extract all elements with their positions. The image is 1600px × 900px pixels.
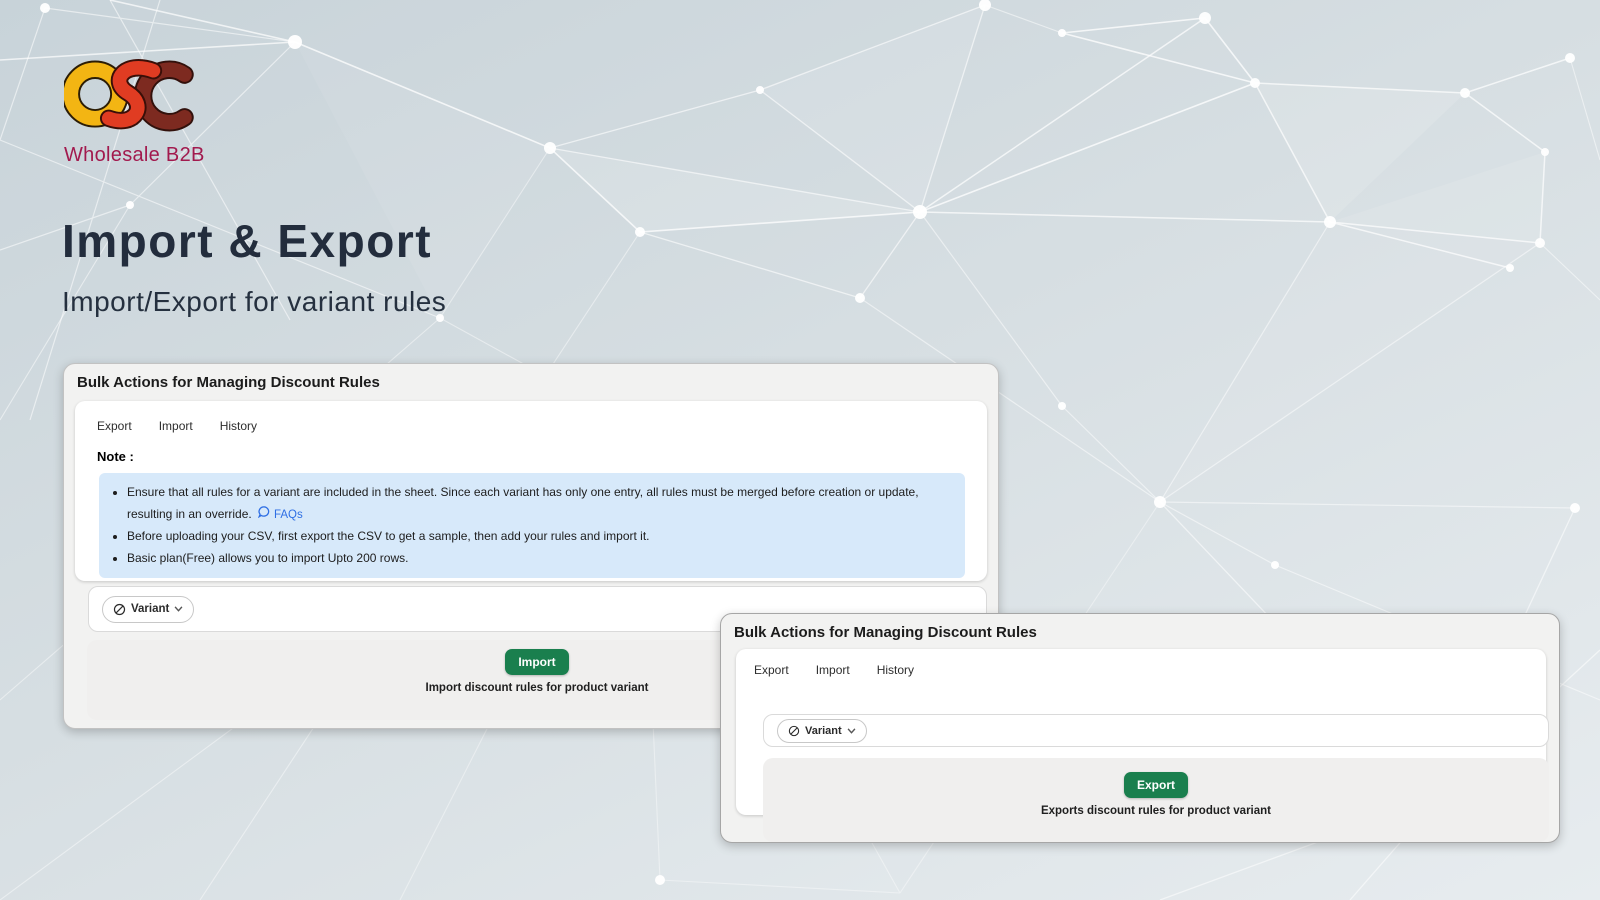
chat-bubble-icon: [258, 506, 271, 518]
export-card-tabs: Export Import History: [736, 649, 1546, 677]
export-card: Bulk Actions for Managing Discount Rules…: [720, 613, 1560, 843]
export-card-panel: Export Import History Variant Export Exp…: [736, 649, 1546, 815]
variant-icon: [113, 603, 126, 616]
export-card-title: Bulk Actions for Managing Discount Rules: [721, 614, 1559, 641]
variant-label: Variant: [131, 603, 169, 615]
import-caption: Import discount rules for product varian…: [426, 682, 649, 694]
tab-export[interactable]: Export: [97, 419, 132, 433]
note-label: Note :: [97, 449, 987, 464]
note-bullet: Basic plan(Free) allows you to import Up…: [127, 548, 951, 570]
variant-dropdown[interactable]: Variant: [102, 596, 194, 623]
variant-selector-bar: Variant: [763, 714, 1549, 747]
tab-export[interactable]: Export: [754, 663, 789, 677]
import-card-tabs: Export Import History: [75, 401, 987, 433]
variant-label: Variant: [805, 725, 842, 737]
variant-icon: [788, 725, 800, 737]
import-card-panel: Export Import History Note : Ensure that…: [75, 401, 987, 581]
export-button[interactable]: Export: [1124, 772, 1188, 798]
tab-history[interactable]: History: [220, 419, 257, 433]
note-info-box: Ensure that all rules for a variant are …: [99, 473, 965, 578]
import-button[interactable]: Import: [505, 649, 568, 675]
note-bullet: Ensure that all rules for a variant are …: [127, 482, 951, 526]
page-subtitle: Import/Export for variant rules: [62, 286, 446, 318]
note-bullet: Before uploading your CSV, first export …: [127, 526, 951, 548]
tab-import[interactable]: Import: [816, 663, 850, 677]
brand: Wholesale B2B: [64, 55, 205, 167]
brand-tagline: Wholesale B2B: [64, 144, 205, 167]
osc-logo-icon: [64, 55, 202, 135]
faqs-link[interactable]: FAQs: [258, 509, 303, 521]
chevron-down-icon: [847, 728, 856, 734]
variant-dropdown[interactable]: Variant: [777, 719, 867, 743]
export-caption: Exports discount rules for product varia…: [1041, 805, 1271, 817]
chevron-down-icon: [174, 606, 183, 612]
import-card-title: Bulk Actions for Managing Discount Rules: [64, 364, 998, 391]
tab-import[interactable]: Import: [159, 419, 193, 433]
page-title: Import & Export: [62, 214, 446, 268]
tab-history[interactable]: History: [877, 663, 914, 677]
export-action-zone: Export Exports discount rules for produc…: [763, 758, 1549, 842]
